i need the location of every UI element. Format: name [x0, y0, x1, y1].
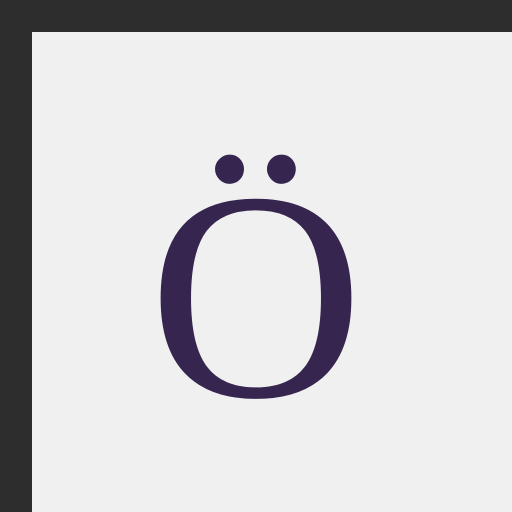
character-glyph: Ö [148, 131, 364, 461]
